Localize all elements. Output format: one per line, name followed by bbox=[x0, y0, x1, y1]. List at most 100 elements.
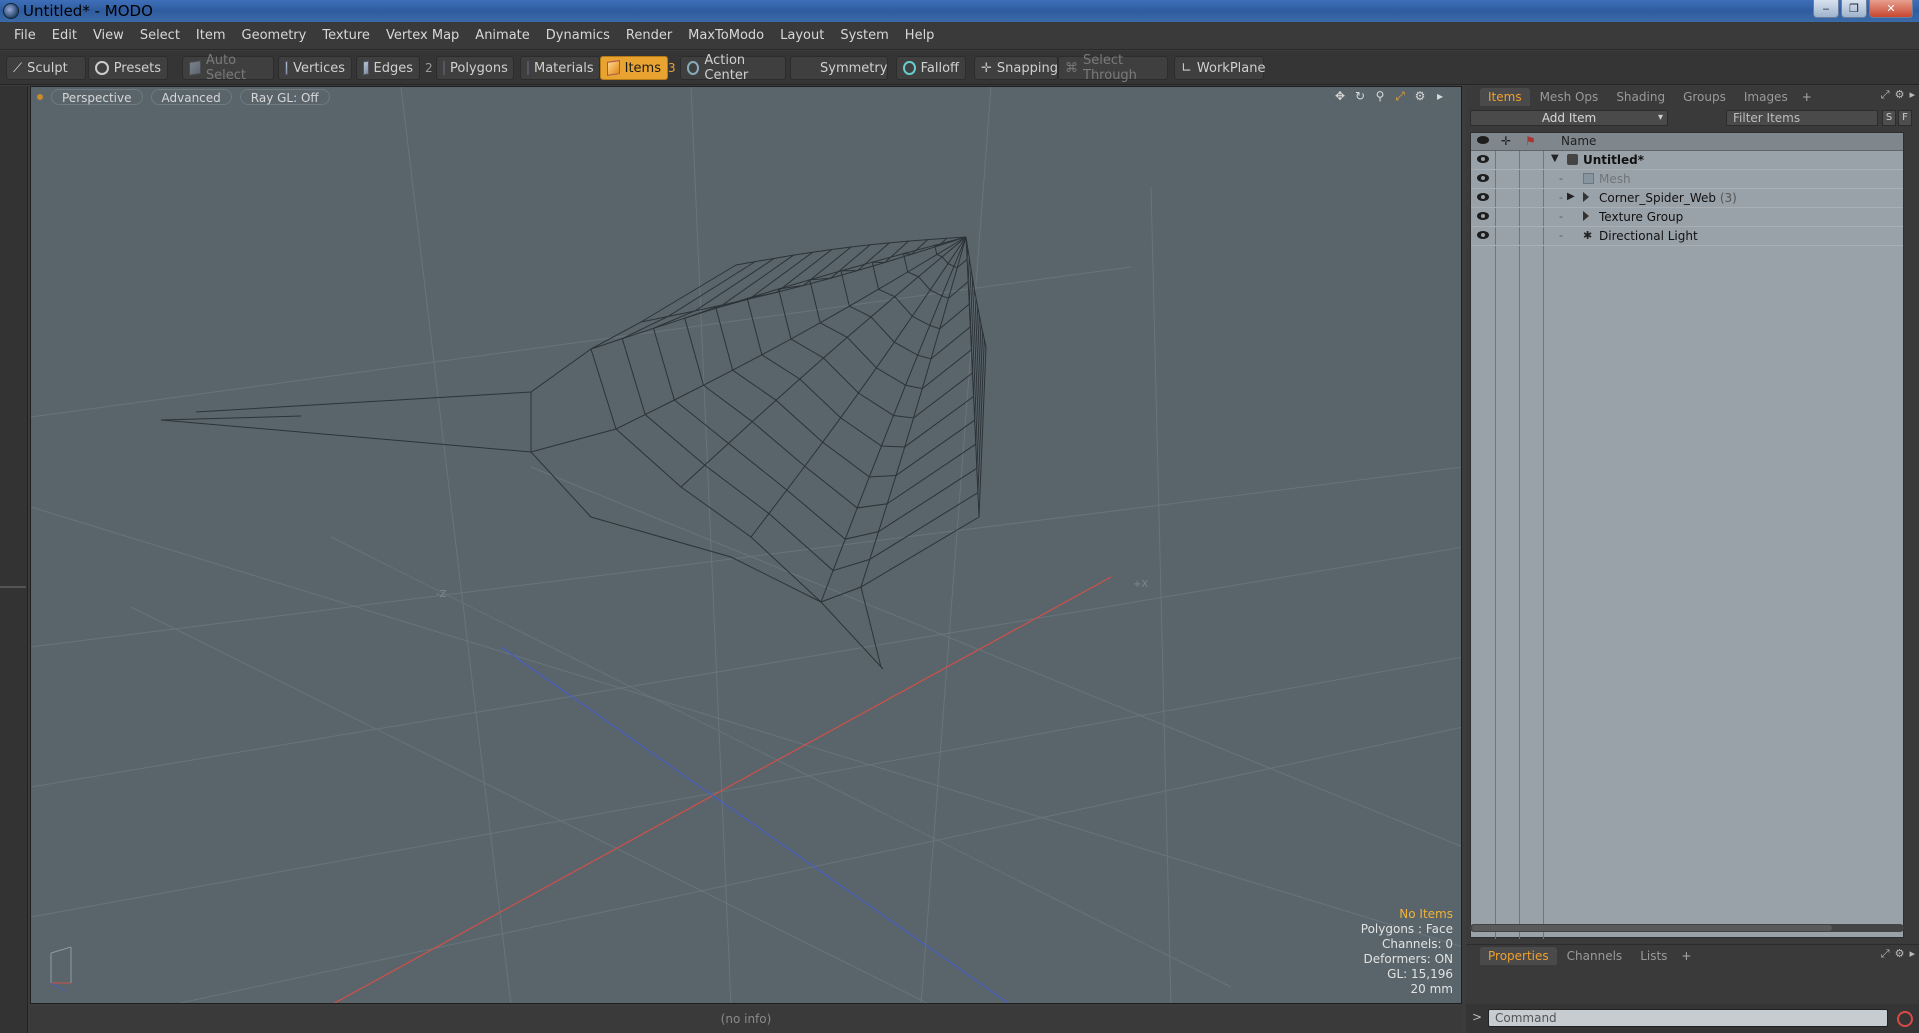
tree-row-texture-group[interactable]: - Texture Group bbox=[1471, 208, 1903, 227]
minimize-button[interactable]: ‒ bbox=[1813, 0, 1839, 18]
snapping-icon: ✛ bbox=[981, 60, 992, 76]
panel-gear-icon[interactable]: ⚙ bbox=[1895, 88, 1905, 102]
auto-select-button[interactable]: Auto Select bbox=[182, 53, 274, 83]
tab-images[interactable]: Images bbox=[1736, 88, 1796, 106]
filter-s-button[interactable]: S bbox=[1882, 110, 1896, 126]
tab-lists[interactable]: Lists bbox=[1632, 947, 1675, 965]
item-label-text: Corner_Spider_Web bbox=[1599, 191, 1717, 205]
materials-button[interactable]: Materials bbox=[520, 56, 600, 80]
filter-f-button[interactable]: F bbox=[1898, 110, 1912, 126]
ground-grid bbox=[31, 87, 1461, 1003]
visibility-eye-icon[interactable] bbox=[1477, 231, 1489, 239]
menu-maxtomodo[interactable]: MaxToModo bbox=[680, 22, 772, 50]
pan-icon[interactable]: ✥ bbox=[1333, 89, 1347, 103]
workplane-icon: ∟ bbox=[1181, 60, 1192, 76]
menu-animate[interactable]: Animate bbox=[467, 22, 537, 50]
sculpt-button[interactable]: ⟋ Sculpt bbox=[6, 56, 86, 80]
tree-horizontal-scrollbar[interactable] bbox=[1470, 924, 1904, 932]
pos-x-label: +X bbox=[1133, 579, 1148, 590]
menu-texture[interactable]: Texture bbox=[314, 22, 378, 50]
menu-item[interactable]: Item bbox=[188, 22, 234, 50]
panel-menu-icon[interactable]: ▸ bbox=[1909, 88, 1915, 102]
symmetry-label: Symmetry bbox=[820, 60, 888, 76]
menu-file[interactable]: File bbox=[6, 22, 44, 50]
tab-add[interactable]: + bbox=[1677, 947, 1695, 965]
menu-geometry[interactable]: Geometry bbox=[234, 22, 315, 50]
vertices-button[interactable]: Vertices bbox=[278, 56, 352, 80]
maximize-button[interactable]: ❐ bbox=[1841, 0, 1867, 18]
viewport-options-icon[interactable] bbox=[37, 94, 43, 100]
fit-view-icon[interactable]: ⤢ bbox=[1393, 89, 1407, 103]
select-through-label: Select Through bbox=[1083, 53, 1137, 83]
raygl-pill[interactable]: Ray GL: Off bbox=[239, 89, 330, 105]
column-divider bbox=[1519, 133, 1520, 939]
visibility-eye-icon[interactable] bbox=[1477, 155, 1489, 163]
menu-select[interactable]: Select bbox=[132, 22, 188, 50]
maximize-panel-icon[interactable]: ⤢ bbox=[1881, 88, 1890, 102]
falloff-button[interactable]: Falloff bbox=[896, 56, 966, 80]
tree-row-mesh[interactable]: - Mesh bbox=[1471, 170, 1903, 189]
rotate-icon[interactable]: ↻ bbox=[1353, 89, 1367, 103]
collapse-arrow-icon[interactable]: ▼ bbox=[1551, 153, 1559, 164]
visibility-eye-icon[interactable] bbox=[1477, 212, 1489, 220]
view-mode-pill[interactable]: Perspective bbox=[51, 89, 143, 105]
tab-items[interactable]: Items bbox=[1480, 88, 1530, 106]
expand-arrow-icon[interactable]: ▸ bbox=[1433, 89, 1447, 103]
web-spiral-strand bbox=[715, 251, 980, 478]
snapping-button[interactable]: ✛ Snapping bbox=[974, 56, 1058, 80]
tab-mesh-ops[interactable]: Mesh Ops bbox=[1532, 88, 1607, 106]
zoom-icon[interactable]: ⚲ bbox=[1373, 89, 1387, 103]
panel-menu-icon[interactable]: ▸ bbox=[1909, 947, 1915, 961]
tree-row-corner-spider-web[interactable]: - ▶ Corner_Spider_Web (3) bbox=[1471, 189, 1903, 208]
lock-column-icon[interactable]: ✛ bbox=[1501, 134, 1511, 148]
select-through-button[interactable]: ⌘ Select Through bbox=[1058, 53, 1168, 83]
visibility-eye-icon[interactable] bbox=[1477, 193, 1489, 201]
menu-edit[interactable]: Edit bbox=[44, 22, 85, 50]
tab-groups[interactable]: Groups bbox=[1675, 88, 1734, 106]
edges-button[interactable]: Edges bbox=[356, 56, 420, 80]
tab-properties[interactable]: Properties bbox=[1480, 947, 1557, 965]
tab-add[interactable]: + bbox=[1798, 88, 1816, 106]
render-column-icon[interactable]: ⚑ bbox=[1525, 134, 1536, 148]
menu-render[interactable]: Render bbox=[618, 22, 680, 50]
tab-shading[interactable]: Shading bbox=[1608, 88, 1673, 106]
menu-dynamics[interactable]: Dynamics bbox=[538, 22, 618, 50]
web-anchor-thread bbox=[195, 348, 592, 413]
filter-items-input[interactable]: Filter Items bbox=[1726, 110, 1878, 126]
settings-gear-icon[interactable]: ⚙ bbox=[1413, 89, 1427, 103]
properties-panel-tabs: Properties Channels Lists + bbox=[1466, 945, 1919, 965]
menu-system[interactable]: System bbox=[832, 22, 896, 50]
items-button[interactable]: Items bbox=[600, 56, 668, 80]
visibility-eye-icon[interactable] bbox=[1477, 174, 1489, 182]
tree-row-directional-light[interactable]: - ✱ Directional Light bbox=[1471, 227, 1903, 246]
x-axis-line bbox=[333, 576, 1112, 1003]
expand-arrow-icon[interactable]: ▶ bbox=[1567, 191, 1575, 202]
panel-gear-icon[interactable]: ⚙ bbox=[1895, 947, 1905, 961]
item-count: (3) bbox=[1719, 191, 1737, 205]
strip-divider bbox=[0, 586, 26, 588]
3d-viewport[interactable]: Perspective Advanced Ray GL: Off ✥ ↻ ⚲ ⤢… bbox=[30, 86, 1462, 1004]
polygons-button[interactable]: Polygons bbox=[436, 56, 514, 80]
command-input[interactable]: Command bbox=[1488, 1009, 1888, 1027]
menu-vertex-map[interactable]: Vertex Map bbox=[378, 22, 467, 50]
close-button[interactable]: ✕ bbox=[1869, 0, 1913, 18]
add-item-button[interactable]: Add Item ▾ bbox=[1470, 110, 1668, 126]
name-column-header[interactable]: Name bbox=[1561, 134, 1596, 148]
symmetry-button[interactable]: Symmetry bbox=[790, 56, 888, 80]
workplane-button[interactable]: ∟ WorkPlane bbox=[1174, 56, 1265, 80]
mesh-icon bbox=[1583, 173, 1594, 184]
web-radial-strand bbox=[615, 236, 967, 430]
scrollbar-thumb[interactable] bbox=[1472, 925, 1832, 931]
action-center-button[interactable]: Action Center bbox=[680, 53, 786, 83]
vertices-label: Vertices bbox=[293, 60, 345, 76]
menu-help[interactable]: Help bbox=[897, 22, 943, 50]
tab-channels[interactable]: Channels bbox=[1559, 947, 1631, 965]
stop-icon[interactable] bbox=[1897, 1011, 1913, 1027]
menu-layout[interactable]: Layout bbox=[772, 22, 832, 50]
tree-row-untitled[interactable]: ▼ Untitled* bbox=[1471, 151, 1903, 170]
menu-view[interactable]: View bbox=[85, 22, 132, 50]
presets-button[interactable]: Presets bbox=[88, 56, 168, 80]
shading-mode-pill[interactable]: Advanced bbox=[150, 89, 232, 105]
maximize-panel-icon[interactable]: ⤢ bbox=[1881, 947, 1890, 961]
visibility-column-icon[interactable] bbox=[1477, 136, 1489, 144]
